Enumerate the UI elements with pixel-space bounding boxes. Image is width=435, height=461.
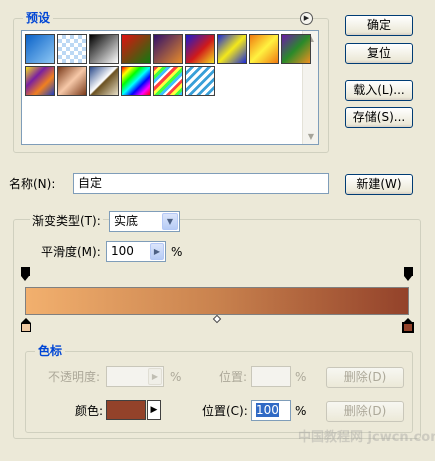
delete-opacity-stop-button: 删除(D) <box>326 367 404 388</box>
color-menu-icon[interactable]: ▶ <box>147 400 161 420</box>
smoothness-value: 100 <box>111 244 134 258</box>
save-button[interactable]: 存储(S)... <box>345 107 413 128</box>
load-button[interactable]: 载入(L)... <box>345 80 413 101</box>
opacity-stop-left[interactable] <box>21 267 30 281</box>
presets-menu-icon[interactable]: ▶ <box>300 12 313 25</box>
preset-foreground-to-transparent[interactable] <box>57 34 87 64</box>
opacity-slider-icon: ▶ <box>148 368 162 385</box>
preset-chrome[interactable] <box>89 66 119 96</box>
color-location-label: 位置(C): <box>202 404 248 418</box>
opacity-input: ▶ <box>106 366 164 387</box>
scroll-down-icon[interactable]: ▼ <box>304 129 318 144</box>
smoothness-slider-icon[interactable]: ▶ <box>150 243 164 260</box>
preset-transparent-stripes[interactable] <box>185 66 215 96</box>
color-location-value: 100 <box>256 403 279 417</box>
preset-spectrum[interactable] <box>121 66 151 96</box>
gradient-type-select[interactable]: 实底 ▼ <box>109 211 180 232</box>
preset-yellow-violet-orange-blue[interactable] <box>25 66 55 96</box>
gradient-type-label: 渐变类型(T): <box>30 213 103 229</box>
color-stop-left[interactable] <box>21 318 31 332</box>
color-location-unit: % <box>295 404 307 418</box>
smoothness-label: 平滑度(M): <box>41 245 101 259</box>
smoothness-unit: % <box>171 245 183 259</box>
preset-transparent-rainbow[interactable] <box>153 66 183 96</box>
preset-foreground-to-background[interactable] <box>25 34 55 64</box>
smoothness-input[interactable]: 100 ▶ <box>106 241 166 262</box>
preset-blue-yellow-blue[interactable] <box>217 34 247 64</box>
name-label: 名称(N): <box>9 177 56 191</box>
opacity-location-input <box>251 366 291 387</box>
preset-orange-yellow-orange[interactable] <box>249 34 279 64</box>
preset-red-green[interactable] <box>121 34 151 64</box>
name-input[interactable]: 自定 <box>73 173 329 194</box>
delete-color-stop-button[interactable]: 删除(D) <box>326 401 404 422</box>
chevron-down-icon[interactable]: ▼ <box>162 213 178 230</box>
color-stop-right[interactable] <box>402 318 414 333</box>
gradient-type-value: 实底 <box>114 214 139 228</box>
opacity-stop-right[interactable] <box>404 267 413 281</box>
preset-violet-green-orange[interactable] <box>281 34 311 64</box>
watermark-text: 中国教程网 jcwcn.com <box>298 430 435 445</box>
preset-black-white[interactable] <box>89 34 119 64</box>
opacity-label: 不透明度: <box>48 370 101 384</box>
preset-grid[interactable]: ▲ ▼ <box>21 30 319 145</box>
color-location-input[interactable]: 100 <box>251 400 291 421</box>
color-swatch[interactable] <box>106 400 146 420</box>
preset-blue-red-yellow[interactable] <box>185 34 215 64</box>
stops-title: 色标 <box>35 344 66 358</box>
gradient-bar[interactable] <box>25 287 409 315</box>
opacity-unit: % <box>170 370 182 384</box>
opacity-location-unit: % <box>295 370 307 384</box>
reset-button[interactable]: 复位 <box>345 43 413 64</box>
opacity-location-label: 位置: <box>219 370 248 384</box>
new-button[interactable]: 新建(W) <box>345 174 413 195</box>
preset-copper[interactable] <box>57 66 87 96</box>
ok-button[interactable]: 确定 <box>345 15 413 36</box>
color-label: 颜色: <box>75 404 104 418</box>
presets-title: 预设 <box>23 11 54 25</box>
preset-violet-orange[interactable] <box>153 34 183 64</box>
